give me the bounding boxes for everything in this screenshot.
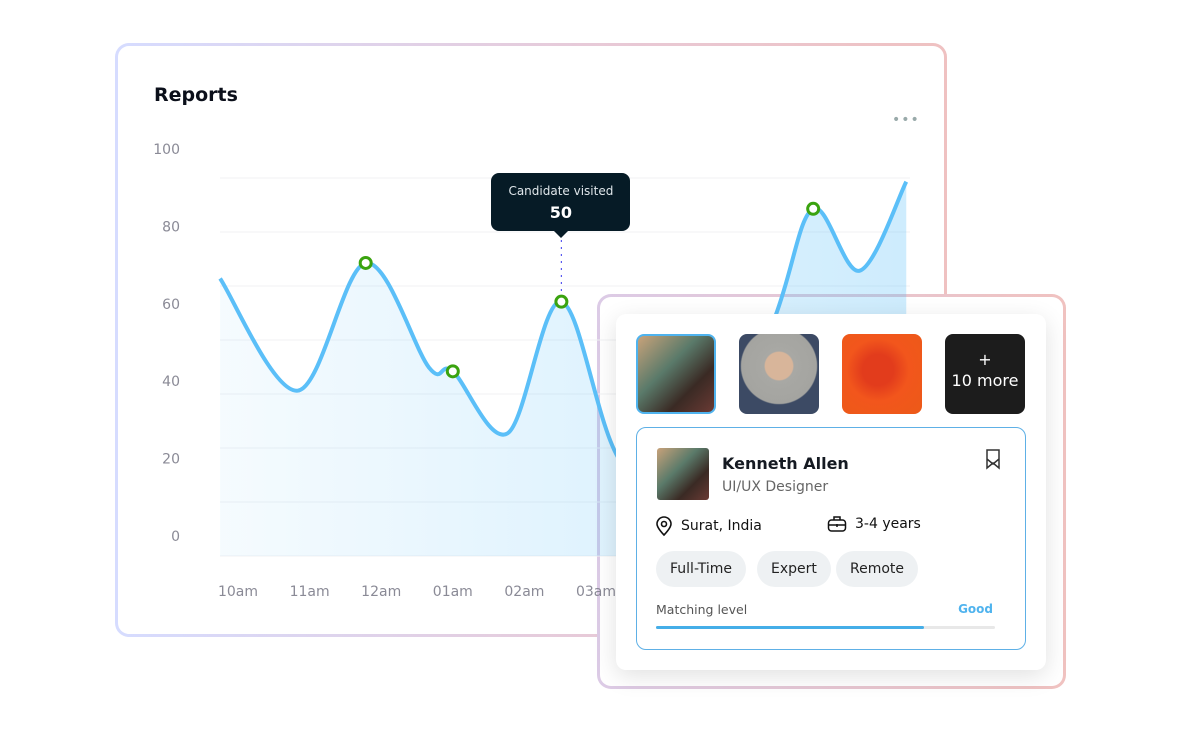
data-point-marker[interactable] (358, 255, 373, 270)
x-tick-label: 02am (504, 584, 544, 600)
more-candidates-button[interactable]: + 10 more (945, 334, 1025, 414)
tag-full-time: Full-Time (656, 551, 746, 587)
plus-icon: + (978, 350, 992, 369)
candidate-photo-1[interactable] (636, 334, 716, 414)
experience: 3-4 years (827, 515, 921, 533)
candidate-photo-3[interactable] (842, 334, 922, 414)
location: Surat, India (655, 515, 762, 537)
candidate-name: Kenneth Allen (722, 454, 849, 473)
y-tick-label: 40 (162, 374, 180, 390)
matching-level-value: Good (958, 602, 993, 616)
candidate-card: + 10 more Kenneth Allen UI/UX Designer S… (616, 314, 1046, 670)
bookmark-icon[interactable] (985, 448, 1001, 470)
experience-text: 3-4 years (855, 516, 921, 532)
tag-expert: Expert (757, 551, 831, 587)
data-point-marker[interactable] (806, 201, 821, 216)
tooltip-value: 50 (549, 203, 573, 222)
x-tick-label: 11am (290, 584, 330, 600)
matching-level-label: Matching level (656, 602, 748, 617)
y-tick-label: 100 (153, 142, 180, 158)
location-pin-icon (656, 516, 672, 537)
y-tick-label: 0 (171, 529, 180, 545)
x-tick-label: 12am (361, 584, 401, 600)
tooltip-label: Candidate visited (508, 184, 614, 198)
data-point-marker[interactable] (445, 364, 460, 379)
data-point-marker[interactable] (554, 294, 569, 309)
more-label: 10 more (951, 371, 1019, 390)
avatar (657, 448, 709, 500)
y-tick-label: 20 (162, 452, 180, 468)
y-tick-label: 80 (162, 219, 180, 235)
x-tick-label: 01am (433, 584, 473, 600)
candidate-role: UI/UX Designer (722, 479, 829, 495)
y-tick-label: 60 (162, 297, 180, 313)
location-text: Surat, India (681, 518, 762, 534)
x-tick-label: 03am (576, 584, 616, 600)
matching-level-bar (656, 626, 995, 629)
x-tick-label: 10am (218, 584, 258, 600)
candidate-profile[interactable]: Kenneth Allen UI/UX Designer Surat, Indi… (636, 427, 1026, 650)
matching-level-fill (656, 626, 924, 629)
chart-tooltip: Candidate visited 50 (491, 173, 631, 238)
candidate-photo-2[interactable] (739, 334, 819, 414)
briefcase-icon (827, 516, 847, 532)
tag-remote: Remote (836, 551, 919, 587)
